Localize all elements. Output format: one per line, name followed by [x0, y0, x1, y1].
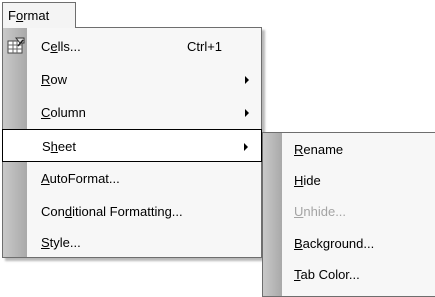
submenu-arrow-icon: [245, 76, 249, 84]
submenu-item-unhide: Unhide...: [263, 195, 435, 228]
menu-item-style-label: Style...: [41, 235, 81, 250]
submenu-item-background-label: Background...: [294, 236, 375, 251]
submenu-item-background[interactable]: Background...: [263, 227, 435, 260]
menu-item-cells-label: Cells...: [41, 39, 81, 54]
menu-item-row[interactable]: Row: [3, 63, 261, 96]
submenu-item-rename[interactable]: Rename: [263, 133, 435, 166]
format-cells-icon: [7, 37, 25, 54]
format-title-post: rmat: [23, 8, 50, 23]
submenu-item-unhide-label: Unhide...: [294, 204, 347, 219]
submenu-arrow-icon: [244, 143, 248, 151]
submenu-item-hide-label: Hide: [294, 173, 321, 188]
menu-item-autoformat[interactable]: AutoFormat...: [3, 162, 261, 195]
sheet-submenu: Rename Hide Unhide... Background... Tab …: [262, 132, 435, 297]
menu-item-row-label: Row: [41, 72, 68, 87]
menu-item-sheet-label: Sheet: [42, 139, 76, 154]
format-title-pre: F: [8, 8, 16, 23]
submenu-item-rename-label: Rename: [294, 142, 344, 157]
menu-item-cells-shortcut: Ctrl+1: [187, 39, 223, 54]
submenu-item-hide[interactable]: Hide: [263, 164, 435, 197]
menu-item-sheet[interactable]: Sheet: [2, 129, 262, 162]
format-menu-title[interactable]: Format: [2, 2, 76, 28]
menu-item-style[interactable]: Style...: [3, 226, 261, 259]
menu-item-column-label: Column: [41, 105, 86, 120]
menu-item-cells[interactable]: Cells... Ctrl+1: [3, 30, 261, 63]
submenu-item-tab-color-label: Tab Color...: [294, 267, 360, 282]
menu-item-conditional-formatting[interactable]: Conditional Formatting...: [3, 195, 261, 228]
submenu-item-tab-color[interactable]: Tab Color...: [263, 258, 435, 291]
submenu-arrow-icon: [245, 109, 249, 117]
menu-item-column[interactable]: Column: [3, 96, 261, 129]
menu-item-conditional-formatting-label: Conditional Formatting...: [41, 204, 183, 219]
format-menu: Cells... Ctrl+1 Row Column Sheet AutoFor…: [2, 27, 262, 258]
menu-item-autoformat-label: AutoFormat...: [41, 171, 120, 186]
